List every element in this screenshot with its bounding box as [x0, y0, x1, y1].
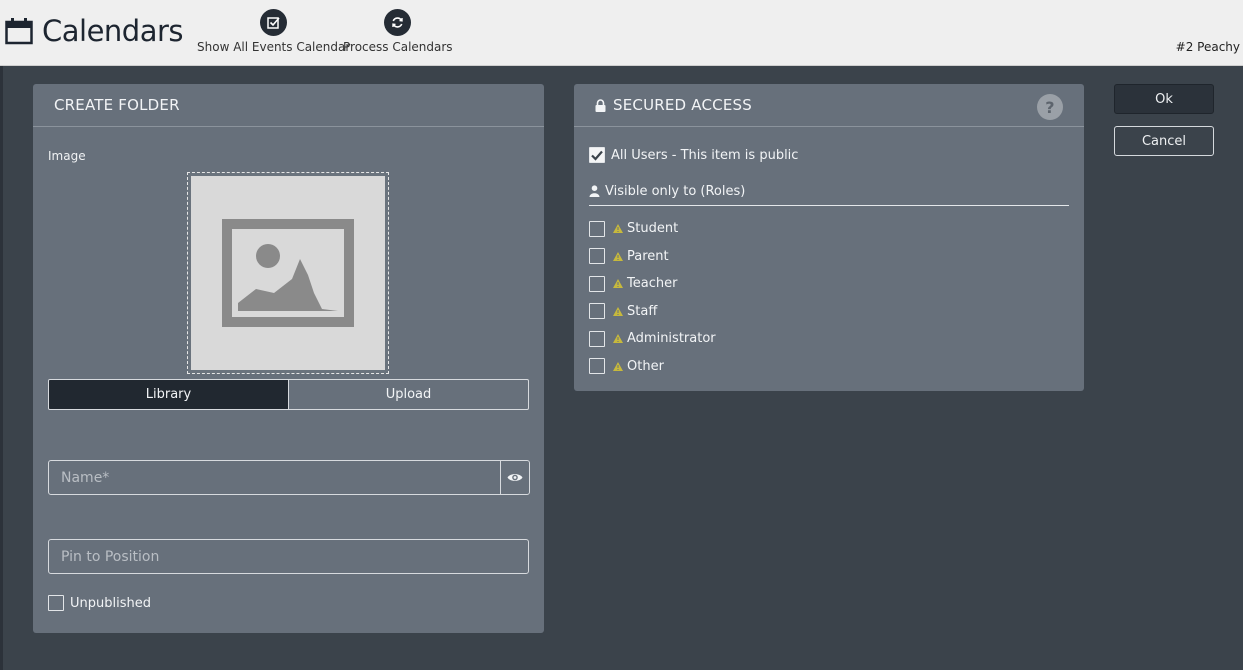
show-all-events-label: Show All Events Calendar — [197, 40, 351, 54]
all-users-label: All Users - This item is public — [611, 147, 799, 163]
top-header: Calendars Show All Events Calendar Proce… — [0, 0, 1243, 66]
lock-icon — [595, 98, 606, 112]
warning-icon — [613, 251, 623, 261]
pin-to-position-input[interactable] — [49, 540, 528, 573]
check-square-icon — [260, 9, 288, 36]
warning-icon — [613, 361, 623, 371]
unpublished-checkbox[interactable] — [48, 595, 64, 611]
roles-heading: Visible only to (Roles) — [589, 184, 1069, 206]
role-item-teacher: Teacher — [589, 270, 716, 298]
secured-access-title: SECURED ACCESS — [613, 96, 752, 114]
pin-field-group — [48, 539, 529, 574]
all-users-checkbox[interactable] — [589, 147, 605, 163]
role-item-other: Other — [589, 353, 716, 381]
image-label: Image — [48, 149, 86, 163]
warning-icon — [613, 334, 623, 344]
process-calendars-label: Process Calendars — [343, 40, 453, 54]
site-name[interactable]: #2 Peachy — [1176, 40, 1240, 54]
unpublished-label: Unpublished — [70, 595, 151, 611]
image-source-tabs: Library Upload — [48, 379, 529, 410]
role-other-label: Other — [627, 358, 664, 374]
role-parent-label: Parent — [627, 248, 669, 264]
warning-icon — [613, 306, 623, 316]
tab-library-label: Library — [145, 387, 192, 402]
cancel-button-label: Cancel — [1141, 133, 1187, 149]
role-administrator-checkbox[interactable] — [589, 330, 605, 347]
page-title: Calendars — [42, 14, 184, 48]
show-all-events-button[interactable]: Show All Events Calendar — [197, 9, 350, 54]
calendar-icon — [5, 18, 33, 45]
role-staff-label: Staff — [627, 303, 658, 319]
role-administrator-label: Administrator — [627, 331, 716, 347]
role-student-checkbox[interactable] — [589, 220, 605, 237]
role-teacher-label: Teacher — [627, 276, 678, 292]
role-item-staff: Staff — [589, 298, 716, 326]
role-staff-checkbox[interactable] — [589, 303, 605, 320]
name-field-group — [48, 460, 530, 495]
left-edge-strip — [0, 66, 3, 670]
checkmark-icon — [591, 150, 603, 161]
role-teacher-checkbox[interactable] — [589, 275, 605, 292]
cancel-button[interactable]: Cancel — [1114, 126, 1214, 156]
image-placeholder-icon — [222, 219, 354, 327]
roles-heading-label: Visible only to (Roles) — [605, 184, 746, 199]
secured-access-header: SECURED ACCESS ? — [574, 84, 1084, 127]
create-folder-title: CREATE FOLDER — [54, 96, 180, 114]
process-calendars-button[interactable]: Process Calendars — [343, 9, 453, 54]
warning-icon — [613, 224, 623, 234]
help-icon[interactable]: ? — [1037, 94, 1063, 120]
ok-button[interactable]: Ok — [1114, 84, 1214, 114]
tab-upload-label: Upload — [385, 387, 432, 402]
role-item-parent: Parent — [589, 243, 716, 271]
eye-icon — [507, 474, 523, 481]
app-title: Calendars — [5, 14, 184, 48]
name-input[interactable] — [49, 461, 500, 494]
tab-upload[interactable]: Upload — [288, 380, 528, 409]
visibility-toggle-button[interactable] — [500, 461, 529, 494]
unpublished-option: Unpublished — [48, 595, 151, 611]
role-list: Student Parent Teacher Staff Administrat… — [589, 215, 716, 380]
ok-button-label: Ok — [1155, 91, 1173, 107]
secured-access-panel: SECURED ACCESS ? All Users - This item i… — [574, 84, 1084, 391]
role-student-label: Student — [627, 221, 679, 237]
person-icon — [589, 185, 600, 197]
create-folder-header: CREATE FOLDER — [33, 84, 544, 127]
create-folder-panel: CREATE FOLDER Image Library Upload Name*… — [33, 84, 544, 633]
tab-library[interactable]: Library — [49, 380, 288, 409]
role-item-student: Student — [589, 215, 716, 243]
refresh-icon — [384, 9, 412, 36]
role-other-checkbox[interactable] — [589, 358, 605, 375]
role-parent-checkbox[interactable] — [589, 248, 605, 265]
role-item-administrator: Administrator — [589, 325, 716, 353]
image-dropzone[interactable] — [187, 172, 389, 374]
warning-icon — [613, 279, 623, 289]
all-users-option: All Users - This item is public — [589, 147, 798, 163]
